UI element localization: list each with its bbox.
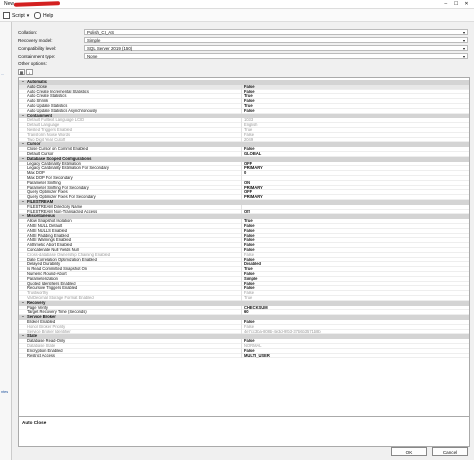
other-options-label: Other options: [18, 61, 47, 66]
recovery-model-select[interactable]: Simple ▾ [84, 37, 468, 43]
compatibility-level-value: SQL Server 2019 (150) [87, 46, 133, 51]
containment-type-select[interactable]: None ▾ [84, 53, 468, 59]
help-icon [34, 12, 41, 19]
containment-type-value: None [87, 54, 98, 59]
minimize-button[interactable]: – [441, 1, 450, 7]
window-controls: – ☐ ✕ [441, 1, 471, 7]
help-label: Help [43, 12, 54, 19]
script-button[interactable]: Script ▾ [3, 12, 29, 19]
categorized-sort-icon[interactable]: ▦ [18, 69, 25, 75]
script-label: Script [12, 12, 25, 19]
sidebar-item-bottom[interactable]: ntes [1, 390, 8, 394]
cancel-button[interactable]: Cancel [432, 447, 468, 456]
chevron-down-icon: ▾ [462, 38, 465, 43]
properties-grid[interactable]: − Automatic Auto Close False Auto Create Inc… [18, 77, 470, 417]
title-bar: New_ – ☐ ✕ [0, 0, 474, 9]
recovery-model-value: Simple [87, 38, 101, 43]
collation-label: Collation: [18, 30, 38, 35]
recovery-model-label: Recovery model: [18, 38, 53, 43]
grid-property-row[interactable]: Restrict Access MULTI_USER [19, 353, 469, 359]
help-button[interactable]: Help [34, 12, 53, 19]
compatibility-level-label: Compatibility level: [18, 46, 57, 51]
close-button[interactable]: ✕ [462, 1, 471, 7]
property-name: Restrict Access [27, 353, 55, 358]
toolbar: Script ▾ Help [0, 9, 474, 22]
chevron-down-icon: ▾ [26, 12, 30, 19]
description-panel: Auto Close [18, 416, 470, 447]
chevron-down-icon: ▾ [462, 30, 465, 35]
compatibility-level-select[interactable]: SQL Server 2019 (150) ▾ [84, 45, 468, 51]
containment-type-label: Containment type: [18, 54, 56, 59]
collation-select[interactable]: Polish_CI_AS ▾ [84, 29, 468, 35]
chevron-down-icon: ▾ [462, 54, 465, 59]
description-title: Auto Close [22, 420, 47, 425]
redaction-scribble [13, 1, 61, 7]
alphabetical-sort-icon[interactable]: ↓ [26, 69, 33, 75]
script-icon [3, 12, 10, 19]
sidebar-item-top[interactable]: ... [1, 72, 4, 76]
ok-button[interactable]: OK [391, 447, 427, 456]
chevron-down-icon: ▾ [462, 46, 465, 51]
left-panel: ... ntes [0, 22, 12, 460]
maximize-button[interactable]: ☐ [452, 1, 461, 7]
collation-value: Polish_CI_AS [87, 30, 115, 35]
property-value[interactable]: MULTI_USER [241, 353, 467, 359]
